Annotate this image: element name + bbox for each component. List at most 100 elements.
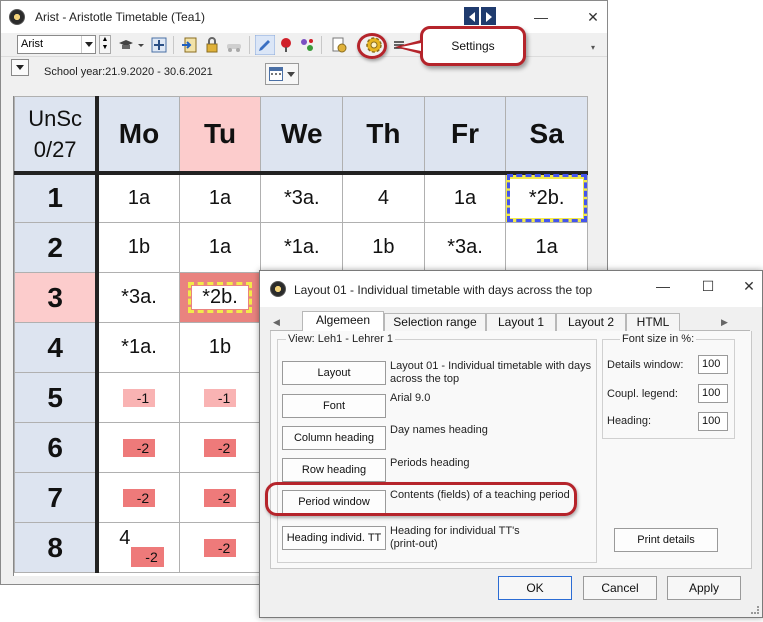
callout-pointer-fill — [401, 43, 421, 51]
lesson-cell-selected[interactable]: *2b. — [505, 172, 588, 223]
lesson-cell[interactable]: 1a — [95, 172, 180, 223]
period-header[interactable]: 2 — [14, 222, 98, 273]
previous-arrow-icon[interactable] — [464, 7, 479, 25]
minimize-icon[interactable]: — — [652, 278, 674, 294]
view-group-label: View: Leh1 - Lehrer 1 — [286, 333, 395, 345]
lesson-label: 4 — [119, 526, 131, 549]
heading-individual-tt-button[interactable]: Heading individ. TT — [282, 526, 386, 550]
day-header[interactable]: Fr — [423, 96, 507, 175]
graduation-cap-icon[interactable] — [118, 37, 134, 53]
lesson-label: -2 — [203, 539, 237, 557]
period-window-highlight — [265, 482, 577, 516]
chevron-down-icon — [81, 36, 95, 53]
lesson-cell[interactable]: *1a. — [260, 222, 344, 273]
coupling-legend-input[interactable]: 100 — [698, 384, 728, 403]
day-header[interactable]: Sa — [505, 96, 588, 175]
lesson-cell[interactable]: *3a. — [95, 272, 180, 323]
period-header[interactable]: 4 — [14, 322, 98, 373]
day-header[interactable]: Th — [342, 96, 425, 175]
column-heading-button[interactable]: Column heading — [282, 426, 386, 450]
lesson-cell[interactable]: -1 — [178, 372, 262, 423]
details-window-input[interactable]: 100 — [698, 355, 728, 374]
teacher-spinner[interactable]: ▲ ▼ — [99, 35, 111, 54]
lesson-cell[interactable]: 1a — [423, 172, 507, 223]
chevron-down-icon[interactable] — [137, 37, 145, 53]
period-header[interactable]: 5 — [14, 372, 98, 423]
lesson-cell[interactable]: -1 — [95, 372, 180, 423]
row-heading-description: Periods heading — [390, 457, 470, 469]
lesson-cell[interactable]: 4 — [342, 172, 425, 223]
minimize-icon[interactable]: — — [531, 9, 551, 25]
toolbar-divider — [321, 36, 322, 54]
teacher-select[interactable]: Arist — [17, 35, 96, 54]
close-icon[interactable]: ✕ — [583, 9, 603, 26]
school-year: School year:21.9.2020 - 30.6.2021 — [44, 66, 213, 78]
tab-layout-1[interactable]: Layout 1 — [486, 313, 556, 331]
cancel-button[interactable]: Cancel — [583, 576, 657, 600]
options-dropdown[interactable] — [11, 59, 29, 76]
next-arrow-icon[interactable] — [481, 7, 496, 25]
tab-algemeen[interactable]: Algemeen — [302, 311, 384, 331]
period-header[interactable]: 8 — [14, 522, 98, 573]
lesson-label: -2 — [203, 439, 237, 457]
lesson-cell[interactable]: *1a. — [95, 322, 180, 373]
lesson-cell[interactable]: -2 — [178, 522, 262, 573]
lesson-cell[interactable]: -2 — [95, 472, 180, 523]
document-settings-icon[interactable] — [331, 37, 347, 53]
unscheduled-counter: UnSc 0/27 — [14, 96, 98, 175]
lesson-cell[interactable]: *3a. — [260, 172, 344, 223]
print-details-button[interactable]: Print details — [614, 528, 718, 552]
app-icon — [9, 9, 25, 25]
period-header[interactable]: 1 — [14, 172, 98, 223]
lesson-label: -2 — [203, 489, 237, 507]
settings-callout: Settings — [420, 26, 526, 66]
font-button[interactable]: Font — [282, 394, 386, 418]
lesson-cell-selected[interactable]: *2b. — [178, 272, 262, 323]
lesson-cell[interactable]: -2 — [178, 472, 262, 523]
molecule-icon[interactable] — [299, 37, 315, 53]
move-icon[interactable] — [151, 37, 167, 53]
lesson-cell[interactable]: -2 — [95, 422, 180, 473]
lesson-cell[interactable]: 1a — [178, 222, 262, 273]
calendar-button[interactable] — [265, 63, 299, 85]
dialog-titlebar: Layout 01 - Individual timetable with da… — [260, 271, 762, 307]
day-header[interactable]: Tu — [178, 96, 262, 175]
ok-button[interactable]: OK — [498, 576, 572, 600]
tab-strip: ◀ Algemeen Selection range Layout 1 Layo… — [270, 311, 750, 331]
car-icon[interactable] — [226, 37, 242, 53]
maximize-icon[interactable]: ☐ — [697, 278, 719, 295]
lesson-cell[interactable]: 1a — [505, 222, 588, 273]
lesson-cell[interactable]: *3a. — [423, 222, 507, 273]
tab-html[interactable]: HTML — [626, 313, 680, 331]
chevron-down-icon — [287, 72, 295, 77]
close-icon[interactable]: ✕ — [738, 278, 760, 295]
toolbar-divider — [249, 36, 250, 54]
lesson-cell[interactable]: 1b — [342, 222, 425, 273]
lesson-cell[interactable]: 1a — [178, 172, 262, 223]
lesson-cell[interactable]: 1b — [178, 322, 262, 373]
row-heading-button[interactable]: Row heading — [282, 458, 386, 482]
lesson-cell[interactable]: -2 — [178, 422, 262, 473]
tab-scroll-left-icon[interactable]: ◀ — [273, 317, 280, 328]
day-header[interactable]: Mo — [95, 96, 180, 175]
export-icon[interactable] — [181, 37, 197, 53]
edit-icon[interactable] — [255, 35, 275, 55]
resize-grip-icon[interactable] — [751, 606, 759, 614]
toolbar-overflow-icon[interactable]: ▾ — [591, 43, 595, 52]
period-header[interactable]: 3 — [14, 272, 98, 323]
period-header[interactable]: 6 — [14, 422, 98, 473]
lock-icon[interactable] — [204, 37, 220, 53]
tab-selection-range[interactable]: Selection range — [384, 313, 486, 331]
day-header[interactable]: We — [260, 96, 344, 175]
heading-input[interactable]: 100 — [698, 412, 728, 431]
apply-button[interactable]: Apply — [667, 576, 741, 600]
lesson-label: -2 — [122, 489, 156, 507]
period-header[interactable]: 7 — [14, 472, 98, 523]
lesson-cell[interactable]: 4 -2 — [95, 522, 180, 573]
pin-icon[interactable] — [278, 37, 294, 53]
settings-highlight — [357, 33, 387, 59]
tab-scroll-right-icon[interactable]: ▶ — [721, 317, 728, 328]
tab-layout-2[interactable]: Layout 2 — [556, 313, 626, 331]
layout-button[interactable]: Layout — [282, 361, 386, 385]
lesson-cell[interactable]: 1b — [95, 222, 180, 273]
